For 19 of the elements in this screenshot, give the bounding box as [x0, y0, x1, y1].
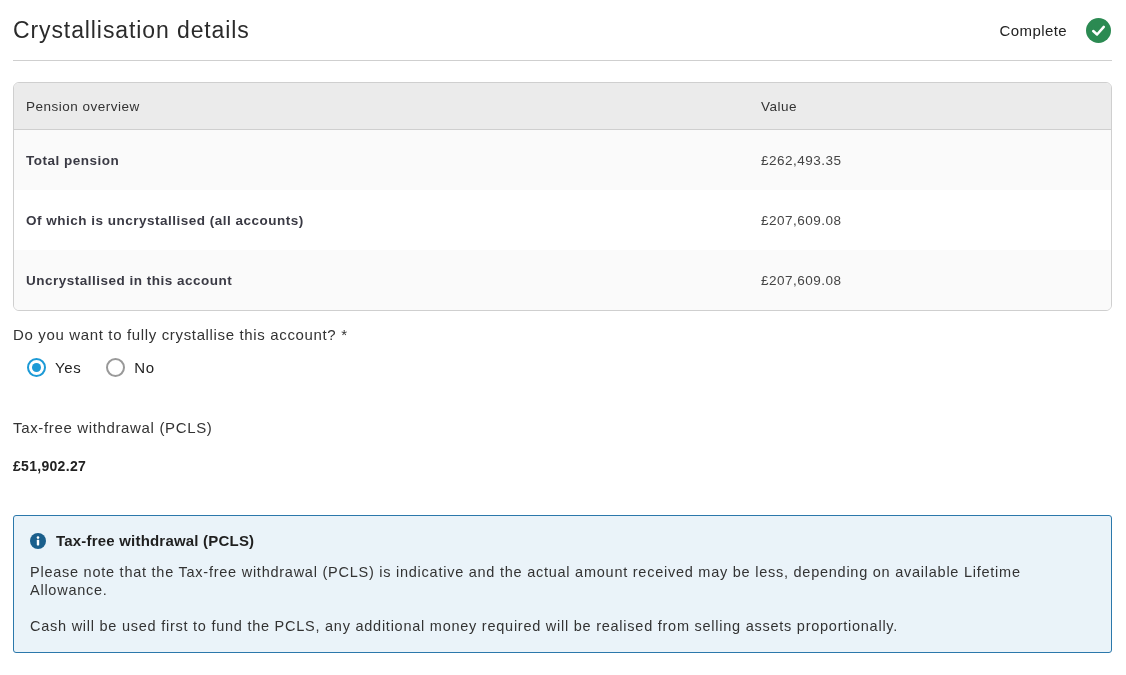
notice-title: Tax-free withdrawal (PCLS)	[56, 532, 255, 549]
page-title: Crystallisation details	[13, 17, 250, 44]
radio-option[interactable]: No	[106, 358, 155, 377]
table-cell: £262,493.35	[761, 130, 1111, 190]
table-cell: Uncrystallised in this account	[14, 250, 761, 310]
table-cell: £207,609.08	[761, 250, 1111, 310]
info-icon	[30, 532, 46, 549]
field-label: Tax-free withdrawal (PCLS)	[13, 419, 214, 436]
question-label: Do you want to fully crystallise this account? *	[13, 326, 349, 343]
radio-option[interactable]: Yes	[27, 358, 82, 377]
field-value: £51,902.27	[13, 458, 88, 474]
column-header: Pension overview	[14, 83, 761, 130]
notice-text: Cash will be used first to fund the PCLS, any additional money required will be realised from selling assets proportionally.	[30, 617, 900, 635]
column-header: Value	[761, 83, 1111, 130]
table-cell: Total pension	[14, 130, 761, 190]
status-label: Complete	[999, 22, 1067, 39]
notice-text: Please note that the Tax-free withdrawal (PCLS) is indicative and the actual amount received may be less, depending on available Lifetime Allowance.	[30, 563, 1022, 599]
table-cell-text: £207,609.08	[761, 211, 843, 230]
table-cell-text: Of which is uncrystallised (all accounts)	[25, 211, 305, 230]
